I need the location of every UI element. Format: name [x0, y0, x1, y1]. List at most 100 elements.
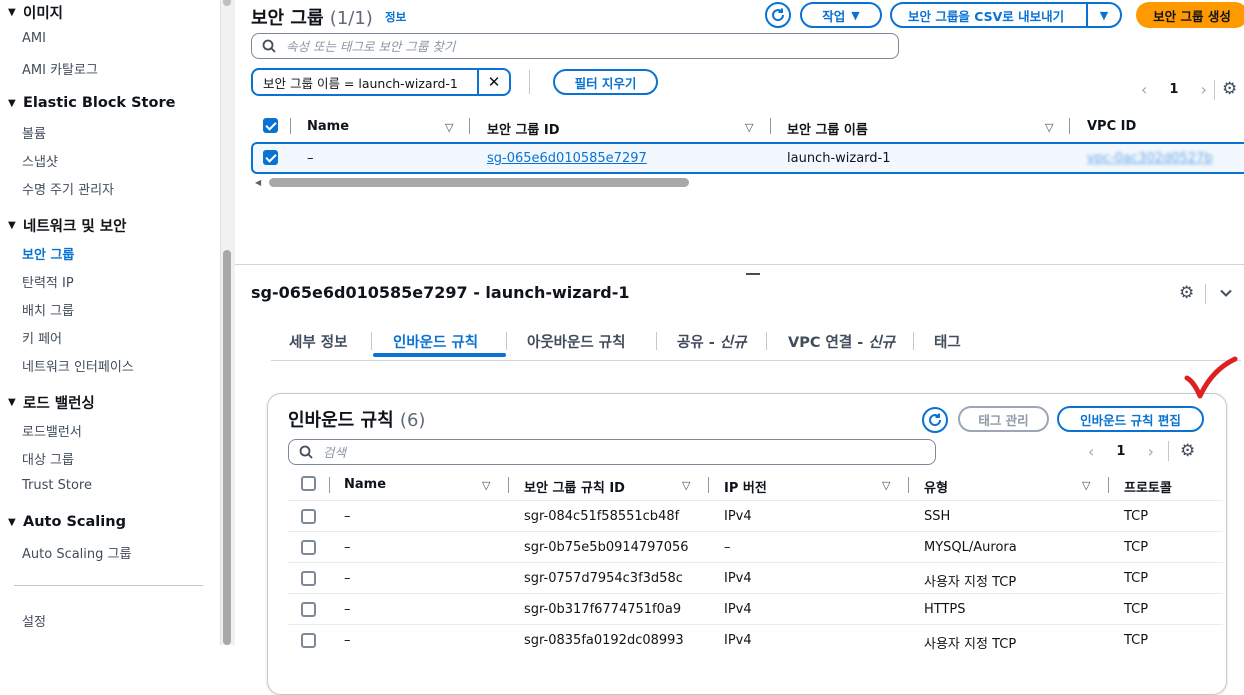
sidebar-item-load-balancers[interactable]: 로드밸런서 [22, 421, 82, 440]
sidebar-item-key-pairs[interactable]: 키 페어 [22, 328, 62, 347]
row-checkbox[interactable] [301, 540, 316, 559]
sort-caret-icon[interactable]: ▽ [1045, 121, 1053, 134]
active-tab-indicator [373, 353, 506, 357]
row-checkbox[interactable] [301, 509, 316, 528]
sort-caret-icon[interactable]: ▽ [482, 479, 490, 492]
info-link[interactable]: 정보 [385, 9, 406, 25]
inbound-refresh-button[interactable] [922, 407, 948, 433]
column-header-group-name[interactable]: 보안 그룹 이름 [787, 119, 868, 138]
chevron-right-icon[interactable]: › [1200, 80, 1206, 99]
caret-down-icon: ▼ [8, 397, 16, 408]
tab-details[interactable]: 세부 정보 [289, 331, 347, 352]
row-checkbox[interactable] [263, 150, 278, 169]
create-security-group-button[interactable]: 보안 그룹 생성 [1136, 2, 1244, 28]
inbound-column-protocol[interactable]: 프로토콜 [1124, 477, 1172, 496]
tab-vpc-associations[interactable]: VPC 연결 - 신규 [788, 331, 895, 352]
tab-sharing[interactable]: 공유 - 신규 [677, 331, 746, 352]
clear-filters-button[interactable]: 필터 지우기 [553, 69, 658, 95]
tab-divider [371, 332, 372, 350]
rule-id: sgr-0757d7954c3f3d58c [524, 571, 683, 586]
detail-title: sg-065e6d010585e7297 - launch-wizard-1 [251, 283, 630, 302]
inbound-column-ip-version[interactable]: IP 버전 [724, 477, 767, 496]
security-group-id-link[interactable]: sg-065e6d010585e7297 [487, 151, 647, 166]
chevron-left-icon[interactable]: ‹ [1141, 80, 1147, 99]
sidebar-item-settings[interactable]: 설정 [22, 611, 46, 630]
divider [1214, 80, 1215, 100]
search-input[interactable] [284, 37, 861, 55]
column-header-name[interactable]: Name [307, 119, 349, 134]
table-row[interactable] [288, 531, 1223, 563]
remove-filter-close-icon[interactable]: ✕ [477, 70, 509, 94]
sidebar-section-load-balancing[interactable]: ▼ 로드 밸런싱 [8, 392, 95, 413]
sidebar-item-network-interfaces[interactable]: 네트워크 인터페이스 [22, 356, 134, 375]
preferences-gear-icon[interactable]: ⚙ [1222, 79, 1237, 99]
vpc-id-link[interactable]: vpc-0ac302d0527b [1087, 151, 1237, 166]
refresh-button[interactable] [765, 2, 791, 28]
export-dropdown-caret-icon[interactable]: ▼ [1086, 4, 1120, 26]
sidebar-item-placement-groups[interactable]: 배치 그룹 [22, 300, 74, 319]
column-divider [469, 118, 470, 134]
sidebar-section-network[interactable]: ▼ 네트워크 및 보안 [8, 215, 126, 236]
rule-type: MYSQL/Aurora [924, 540, 1017, 555]
inbound-preferences-gear-icon[interactable]: ⚙ [1180, 441, 1195, 461]
sort-caret-icon[interactable]: ▽ [445, 121, 453, 134]
inbound-search[interactable] [288, 439, 936, 465]
sidebar-item-ami[interactable]: AMI [22, 31, 46, 46]
collapse-chevron-down-icon[interactable] [1219, 286, 1233, 304]
sort-caret-icon[interactable]: ▽ [882, 479, 890, 492]
table-row[interactable] [288, 500, 1223, 532]
row-checkbox[interactable] [301, 571, 316, 590]
actions-button[interactable]: 작업 ▼ [800, 2, 882, 28]
inbound-column-rule-id[interactable]: 보안 그룹 규칙 ID [524, 477, 625, 496]
horizontal-scrollbar[interactable] [269, 178, 689, 187]
sidebar-section-ebs[interactable]: ▼ Elastic Block Store [8, 95, 175, 111]
sidebar-scroll-thumb[interactable] [223, 250, 231, 645]
table-row[interactable] [288, 593, 1223, 625]
security-group-search[interactable] [251, 33, 899, 59]
column-header-group-id[interactable]: 보안 그룹 ID [487, 119, 560, 138]
sidebar-item-volumes[interactable]: 볼륨 [22, 123, 46, 142]
detail-gear-icon[interactable]: ⚙ [1179, 283, 1194, 303]
chevron-right-icon[interactable]: › [1147, 442, 1153, 461]
sort-caret-icon[interactable]: ▽ [682, 479, 690, 492]
inbound-column-name[interactable]: Name [344, 477, 386, 492]
sidebar-item-security-groups[interactable]: 보안 그룹 [22, 244, 74, 263]
inbound-search-input[interactable] [321, 443, 898, 461]
table-row[interactable] [288, 562, 1223, 594]
sort-caret-icon[interactable]: ▽ [1082, 479, 1090, 492]
tab-outbound-rules[interactable]: 아웃바운드 규칙 [527, 331, 625, 352]
sort-caret-icon[interactable]: ▽ [745, 121, 753, 134]
rule-id: sgr-0b317f6774751f0a9 [524, 602, 682, 617]
tab-divider [506, 332, 507, 350]
column-header-vpc-id[interactable]: VPC ID [1087, 119, 1136, 134]
inbound-select-all-checkbox[interactable] [301, 476, 316, 495]
export-csv-button[interactable]: 보안 그룹을 CSV로 내보내기 ▼ [890, 2, 1122, 28]
inbound-column-type[interactable]: 유형 [924, 477, 948, 496]
resize-handle[interactable] [746, 273, 760, 275]
manage-tags-button[interactable]: 태그 관리 [958, 406, 1049, 432]
sidebar-item-target-groups[interactable]: 대상 그룹 [22, 449, 74, 468]
sidebar-item-auto-scaling-groups[interactable]: Auto Scaling 그룹 [22, 543, 131, 562]
tab-tags[interactable]: 태그 [934, 331, 961, 352]
search-icon [262, 39, 276, 53]
edit-inbound-rules-button[interactable]: 인바운드 규칙 편집 [1057, 406, 1204, 432]
sidebar-item-ami-catalog[interactable]: AMI 카탈로그 [22, 59, 98, 78]
row-checkbox[interactable] [301, 602, 316, 621]
sidebar-item-lifecycle[interactable]: 수명 주기 관리자 [22, 179, 114, 198]
page-number[interactable]: 1 [1169, 82, 1178, 97]
sidebar-item-trust-store[interactable]: Trust Store [22, 478, 92, 493]
caret-down-icon: ▼ [8, 7, 16, 18]
table-row[interactable] [288, 624, 1223, 656]
column-divider [290, 118, 291, 134]
sidebar-section-images[interactable]: ▼ 이미지 [8, 2, 63, 23]
scroll-left-icon[interactable]: ◀ [255, 178, 261, 187]
row-checkbox[interactable] [301, 633, 316, 652]
rule-id: sgr-0b75e5b0914797056 [524, 540, 689, 555]
tab-inbound-rules[interactable]: 인바운드 규칙 [393, 331, 478, 352]
sidebar-item-elastic-ip[interactable]: 탄력적 IP [22, 272, 74, 291]
page-number[interactable]: 1 [1116, 444, 1125, 459]
select-all-checkbox[interactable] [263, 118, 278, 137]
chevron-left-icon[interactable]: ‹ [1088, 442, 1094, 461]
sidebar-item-snapshots[interactable]: 스냅샷 [22, 151, 58, 170]
sidebar-section-auto-scaling[interactable]: ▼ Auto Scaling [8, 514, 126, 530]
